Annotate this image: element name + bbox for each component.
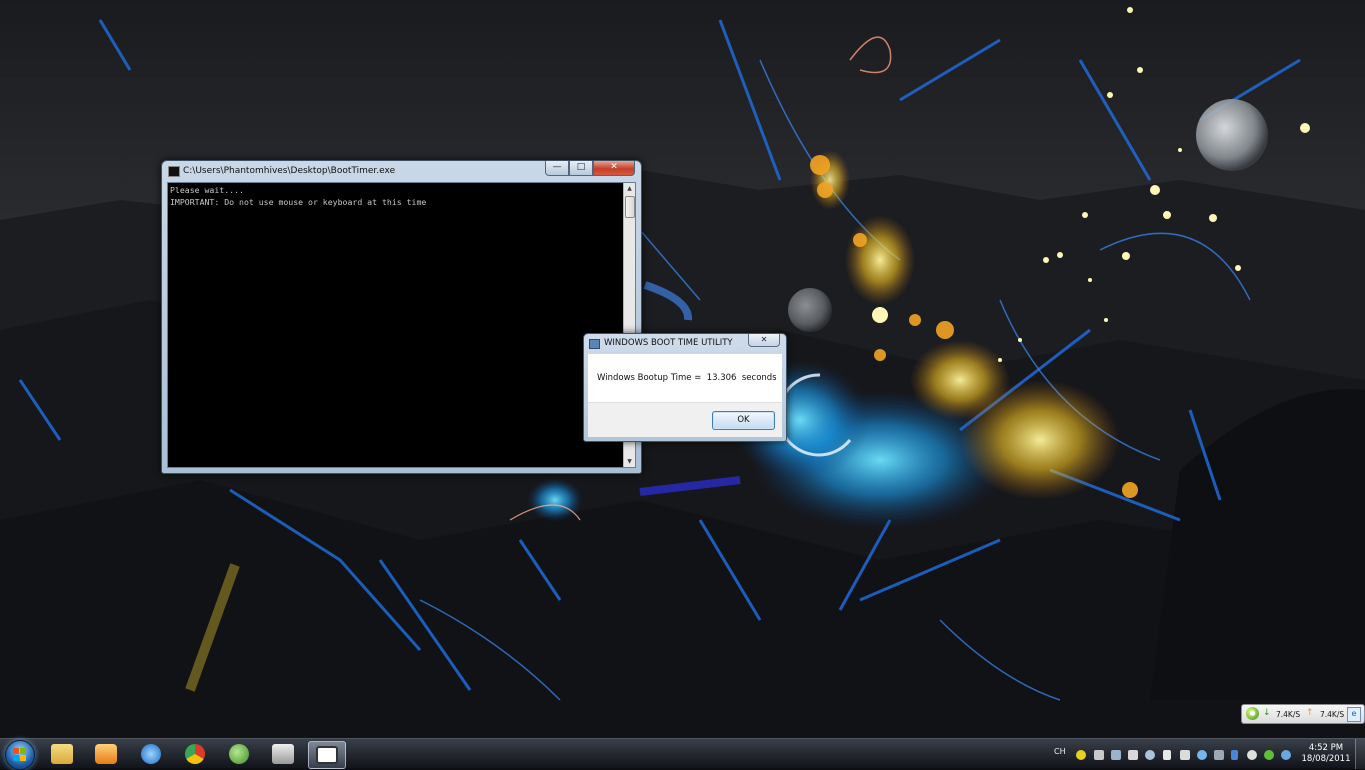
boot-time-dialog[interactable]: WINDOWS BOOT TIME UTILITY ✕ Windows Boot…	[583, 333, 787, 442]
tray-shield-icon[interactable]	[1247, 750, 1257, 760]
console-app-icon	[168, 166, 180, 177]
volume-icon[interactable]	[1180, 750, 1190, 760]
console-task-icon	[316, 746, 338, 764]
download-arrow-icon: ↓	[1263, 708, 1271, 718]
tray-cloud-icon[interactable]	[1197, 750, 1207, 760]
minimize-button[interactable]: —	[545, 161, 569, 176]
start-button[interactable]	[5, 740, 35, 770]
internet-explorer-icon	[141, 744, 161, 764]
upload-speed: 7.4K/S	[1320, 710, 1345, 719]
scroll-up-arrow-icon[interactable]: ▲	[624, 183, 635, 194]
messenger-icon	[229, 744, 249, 764]
dialog-title-text: WINDOWS BOOT TIME UTILITY	[604, 338, 733, 348]
dialog-message: Windows Bootup Time = 13.306 seconds	[597, 373, 777, 383]
show-desktop-button[interactable]	[1355, 739, 1365, 769]
language-indicator[interactable]: CH	[1054, 747, 1066, 756]
console-output-area[interactable]: Please wait.... IMPORTANT: Do not use mo…	[167, 182, 636, 468]
scrollbar-thumb[interactable]	[625, 196, 635, 218]
tray-app-icon[interactable]	[1076, 750, 1086, 760]
tray-update-icon[interactable]	[1145, 750, 1155, 760]
taskbar-messenger[interactable]	[221, 741, 257, 767]
ok-button[interactable]: OK	[712, 411, 775, 430]
console-title-bar[interactable]: C:\Users\Phantomhives\Desktop\BootTimer.…	[162, 161, 641, 181]
system-clock[interactable]: 4:52 PM 18/08/2011	[1296, 743, 1356, 765]
app-99-icon	[272, 744, 294, 764]
tray-status-icon[interactable]	[1264, 750, 1274, 760]
chrome-icon	[185, 744, 205, 764]
download-speed: 7.4K/S	[1276, 710, 1301, 719]
globe-icon: ●	[1246, 707, 1259, 720]
tray-network-icon[interactable]	[1281, 750, 1291, 760]
bluetooth-icon[interactable]	[1231, 750, 1238, 760]
network-meter-gadget[interactable]: ● ↓ 7.4K/S ↑ 7.4K/S e	[1241, 704, 1365, 724]
scroll-down-arrow-icon[interactable]: ▼	[624, 456, 635, 467]
windows-logo-icon	[13, 748, 26, 761]
console-window[interactable]: C:\Users\Phantomhives\Desktop\BootTimer.…	[161, 160, 642, 474]
dialog-close-button[interactable]: ✕	[748, 334, 780, 347]
console-title-text: C:\Users\Phantomhives\Desktop\BootTimer.…	[183, 166, 396, 176]
dialog-footer: OK	[588, 402, 782, 437]
explorer-icon	[51, 744, 73, 764]
taskbar: CH 4:52 PM 18/08/2011	[0, 738, 1365, 770]
clock-date: 18/08/2011	[1301, 754, 1351, 764]
taskbar-media-player[interactable]	[88, 741, 124, 767]
upload-arrow-icon: ↑	[1306, 708, 1314, 718]
dialog-content: Windows Bootup Time = 13.306 seconds	[588, 354, 782, 402]
media-player-icon	[95, 744, 117, 764]
tray-sync-icon[interactable]	[1214, 750, 1224, 760]
dialog-title-bar[interactable]: WINDOWS BOOT TIME UTILITY ✕	[584, 334, 786, 352]
console-output: Please wait.... IMPORTANT: Do not use mo…	[170, 185, 426, 208]
console-close-button[interactable]: ✕	[593, 161, 635, 176]
dialog-app-icon	[589, 339, 600, 349]
console-line-1: Please wait....	[170, 185, 244, 195]
console-caption-buttons: — □ ✕	[545, 161, 635, 176]
taskbar-internet-explorer[interactable]	[133, 741, 169, 767]
taskbar-explorer[interactable]	[44, 741, 80, 767]
taskbar-console-task[interactable]	[308, 741, 346, 769]
ie-icon[interactable]: e	[1347, 707, 1361, 722]
console-line-2: IMPORTANT: Do not use mouse or keyboard …	[170, 196, 427, 207]
maximize-button[interactable]: □	[569, 161, 593, 176]
taskbar-chrome[interactable]	[177, 741, 213, 767]
taskbar-app-99[interactable]	[265, 741, 301, 767]
tray-monitor-icon[interactable]	[1128, 750, 1138, 760]
tray-network-tool-icon[interactable]	[1094, 750, 1104, 760]
signal-icon[interactable]	[1163, 750, 1171, 760]
tray-device-icon[interactable]	[1111, 750, 1121, 760]
clock-time: 4:52 PM	[1308, 743, 1344, 753]
